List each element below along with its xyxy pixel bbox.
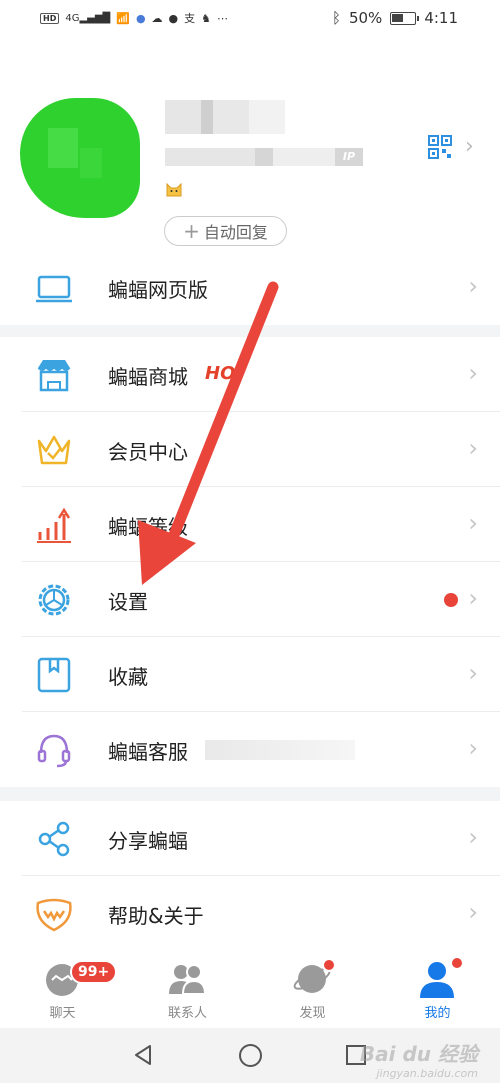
menu-item-web-version[interactable]: 蝙蝠网页版 › <box>0 250 500 325</box>
tab-me[interactable]: 我的 <box>375 950 500 1028</box>
unread-badge: 99+ <box>70 960 118 984</box>
menu-item-label: 收藏 <box>108 665 148 689</box>
status-right: ᛒ 50% 4:11 <box>332 9 458 27</box>
zhi-icon: 支 <box>184 12 196 25</box>
status-left-icons: HD 4G▂▄▆█ 📶 ● ☁ ● 支 ♞ ⋯ <box>40 10 228 26</box>
battery-icon <box>390 11 420 25</box>
notification-dot <box>322 958 336 972</box>
level-chart-icon <box>37 507 71 543</box>
menu-item-label: 蝙蝠商城 <box>108 365 188 389</box>
cloud-icon: ☁ <box>151 11 163 25</box>
section-divider <box>0 787 500 801</box>
tab-discover[interactable]: 发现 <box>250 950 375 1028</box>
account-id-blurred <box>165 148 345 166</box>
more-icon: ⋯ <box>217 11 229 25</box>
nickname-blurred <box>165 100 285 134</box>
status-bar: HD 4G▂▄▆█ 📶 ● ☁ ● 支 ♞ ⋯ ᛒ 50% 4:11 <box>0 0 500 40</box>
system-nav-bar: Bai du 经验 jingyan.baidu.com <box>0 1028 500 1083</box>
bookmark-icon <box>37 657 71 693</box>
menu-item-favorites[interactable]: 收藏 › <box>0 637 500 712</box>
auto-reply-label: 自动回复 <box>203 223 268 242</box>
qq-icon: ♞ <box>201 11 212 25</box>
menu-item-label: 分享蝙蝠 <box>108 829 188 853</box>
chevron-right-icon: › <box>468 359 478 387</box>
chevron-right-icon: › <box>468 734 478 762</box>
menu-item-member-center[interactable]: 会员中心 › <box>0 412 500 487</box>
tab-label: 发现 <box>299 1006 326 1021</box>
help-bat-icon <box>36 898 72 932</box>
tab-label: 我的 <box>424 1006 451 1021</box>
tab-label: 聊天 <box>49 1006 76 1021</box>
settings-gear-icon <box>38 584 70 616</box>
cat-status-icon <box>166 182 182 197</box>
tab-contacts[interactable]: 联系人 <box>125 950 250 1028</box>
signal-icon: 4G▂▄▆█ <box>65 12 111 24</box>
menu-item-label: 帮助&关于 <box>108 904 204 928</box>
service-number-blurred <box>205 740 355 760</box>
hot-tag: HO <box>205 363 236 384</box>
tab-label: 联系人 <box>167 1006 207 1021</box>
chevron-right-icon: › <box>468 509 478 537</box>
laptop-icon <box>36 275 72 303</box>
contacts-icon <box>169 964 207 995</box>
wifi-icon: 📶 <box>116 11 130 25</box>
share-icon <box>38 821 70 857</box>
menu-item-customer-service[interactable]: 蝙蝠客服 （ › <box>0 712 500 787</box>
menu-item-share[interactable]: 分享蝙蝠 › <box>0 801 500 876</box>
menu-item-label: 蝙蝠客服 <box>108 740 188 764</box>
section-divider <box>0 325 500 337</box>
chevron-right-icon: › <box>468 272 478 300</box>
back-icon[interactable] <box>132 1044 154 1066</box>
chevron-right-icon: › <box>468 898 478 926</box>
vip-badge: IP <box>335 148 363 166</box>
menu-item-label: 设置 <box>108 590 148 614</box>
watermark: Bai du 经验 jingyan.baidu.com <box>359 1042 478 1080</box>
qr-code-icon[interactable] <box>428 135 452 159</box>
notification-dot <box>444 593 458 607</box>
tab-chat[interactable]: 99+ 聊天 <box>0 950 125 1028</box>
bluetooth-icon: ᛒ <box>331 9 341 27</box>
chevron-right-icon: › <box>468 584 478 612</box>
chat-notification-icon: ● <box>168 11 179 25</box>
chevron-right-icon: › <box>468 659 478 687</box>
menu-item-help-about[interactable]: 帮助&关于 › <box>0 876 500 951</box>
chevron-right-icon: › <box>468 434 478 462</box>
profile-header[interactable]: IP › + 自动回复 <box>0 40 500 255</box>
hd-icon: HD <box>40 12 60 24</box>
headset-icon <box>37 734 71 768</box>
clock: 4:11 <box>424 9 458 27</box>
menu-item-settings[interactable]: 设置 › <box>0 562 500 637</box>
chevron-right-icon: › <box>468 823 478 851</box>
battery-percent: 50% <box>348 9 383 27</box>
store-icon <box>37 360 71 392</box>
menu-item-level[interactable]: 蝙蝠等级 › <box>0 487 500 562</box>
menu-item-store[interactable]: 蝙蝠商城 HO › <box>0 337 500 412</box>
menu-item-label: 蝙蝠等级 <box>108 515 188 539</box>
notification-dot <box>450 956 464 970</box>
bottom-tab-bar: 99+ 聊天 联系人 发现 我的 <box>0 950 500 1028</box>
menu-item-label: 蝙蝠网页版 <box>108 278 208 302</box>
menu-item-label: 会员中心 <box>108 440 188 464</box>
plus-icon: + <box>183 219 200 243</box>
music-icon: ● <box>135 11 146 25</box>
avatar[interactable] <box>20 98 140 218</box>
home-icon[interactable] <box>239 1044 262 1067</box>
crown-icon <box>37 435 71 465</box>
auto-reply-button[interactable]: + 自动回复 <box>164 216 287 246</box>
chevron-right-icon[interactable]: › <box>465 134 474 159</box>
